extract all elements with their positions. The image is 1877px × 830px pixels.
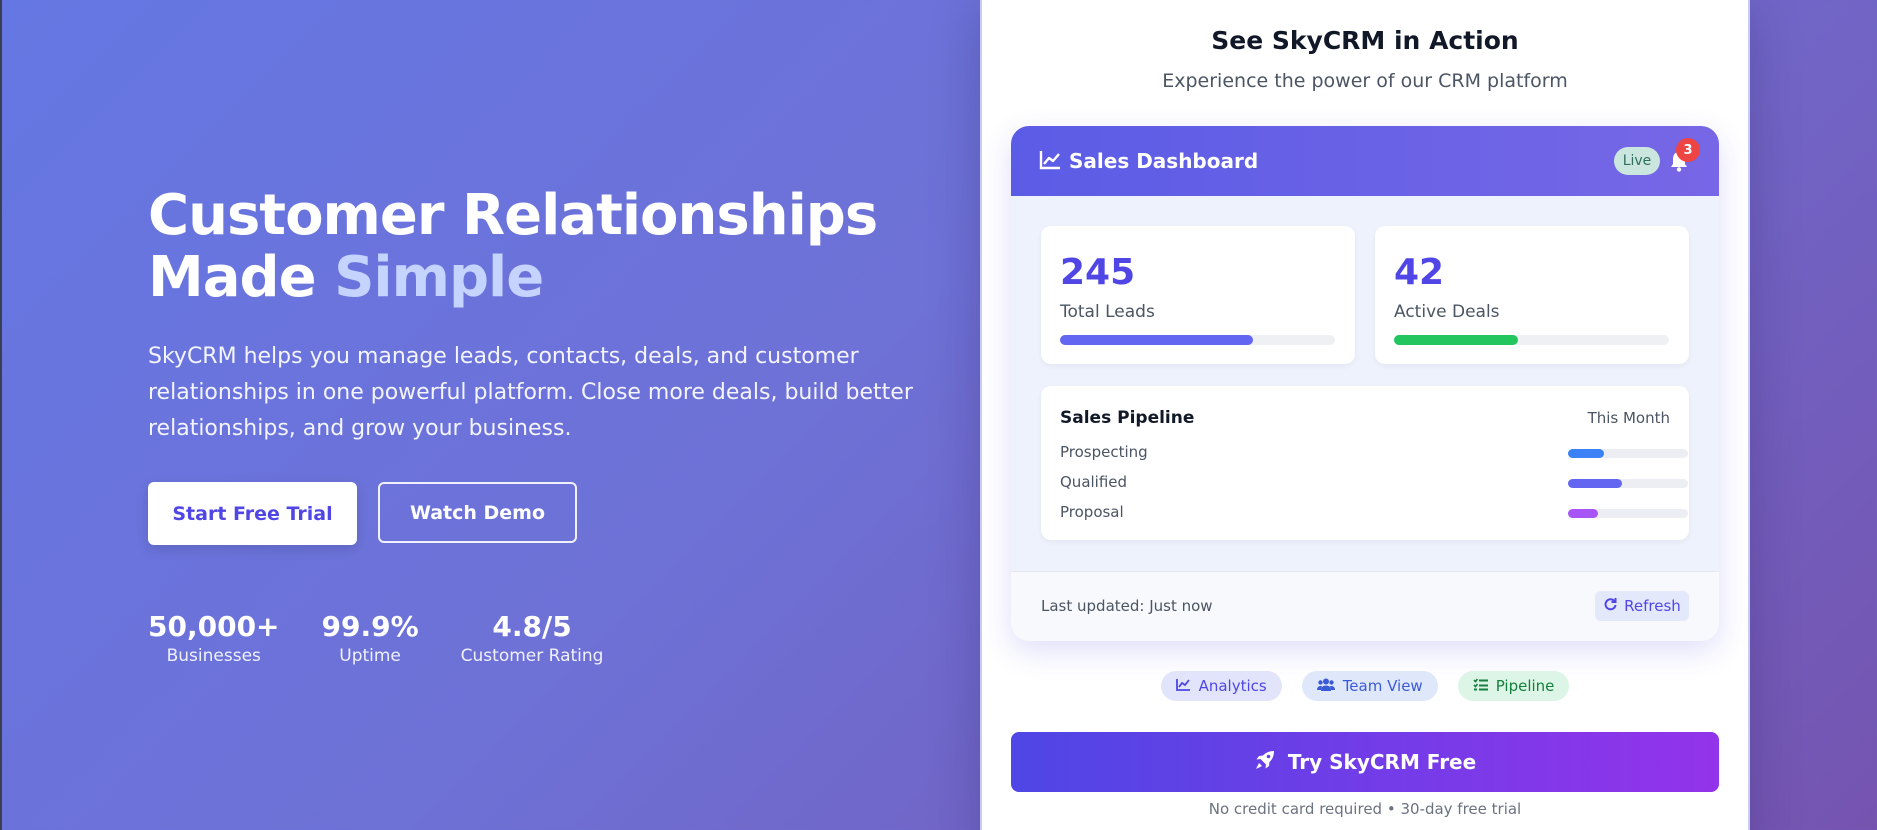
stat-uptime: 99.9% Uptime — [322, 609, 419, 667]
metric-label: Total Leads — [1060, 302, 1155, 322]
dashboard-footer: Last updated: Just now Refresh — [1011, 571, 1719, 641]
hero-cta-row: Start Free Trial Watch Demo — [148, 482, 577, 545]
users-icon — [1316, 677, 1335, 695]
stat-label: Businesses — [166, 646, 261, 666]
try-skycrm-free-button[interactable]: Try SkyCRM Free — [1011, 732, 1719, 792]
tasks-icon — [1473, 677, 1488, 695]
refresh-icon — [1603, 597, 1617, 615]
pipeline-stage-qualified: Qualified — [1060, 473, 1688, 495]
stage-fill — [1568, 509, 1598, 518]
stage-name: Prospecting — [1060, 443, 1148, 461]
stage-track — [1568, 449, 1688, 458]
chip-label: Team View — [1342, 677, 1423, 695]
progress-fill — [1060, 335, 1253, 345]
fineprint: No credit card required • 30-day free tr… — [1208, 800, 1522, 818]
hero-title-line1: Customer Relationships — [148, 183, 878, 248]
metric-value: 245 — [1060, 252, 1136, 293]
stage-track — [1568, 509, 1688, 518]
live-badge: Live — [1614, 147, 1660, 175]
notification-count-badge: 3 — [1676, 138, 1700, 162]
chip-pipeline[interactable]: Pipeline — [1457, 671, 1570, 701]
stat-value: 50,000+ — [148, 610, 280, 643]
stage-fill — [1568, 449, 1604, 458]
feature-chips: Analytics Team View Pipeline — [982, 671, 1748, 701]
demo-panel: See SkyCRM in Action Experience the powe… — [980, 0, 1750, 830]
hero-title: Customer Relationships Made Simple — [148, 185, 928, 309]
stage-track — [1568, 479, 1688, 488]
pipeline-stage-prospecting: Prospecting — [1060, 443, 1688, 465]
chip-team-view[interactable]: Team View — [1301, 671, 1438, 701]
sales-dashboard-card: Sales Dashboard Live 3 245 Total Leads 4… — [1011, 126, 1719, 641]
sales-pipeline-card: Sales Pipeline This Month Prospecting Qu… — [1041, 386, 1689, 540]
dashboard-header: Sales Dashboard Live 3 — [1011, 126, 1719, 196]
watch-demo-button[interactable]: Watch Demo — [378, 482, 577, 543]
stat-businesses: 50,000+ Businesses — [148, 609, 280, 667]
chip-label: Analytics — [1198, 677, 1267, 695]
hero-title-highlight: Simple — [334, 245, 544, 310]
stage-fill — [1568, 479, 1622, 488]
metric-label: Active Deals — [1394, 302, 1500, 322]
stat-value: 4.8/5 — [492, 610, 572, 643]
chip-analytics[interactable]: Analytics — [1160, 671, 1282, 701]
last-updated-text: Last updated: Just now — [1041, 597, 1213, 615]
pipeline-stage-proposal: Proposal — [1060, 503, 1688, 525]
pipeline-title: Sales Pipeline — [1060, 408, 1195, 428]
demo-subtitle: Experience the power of our CRM platform — [1162, 70, 1568, 92]
progress-track — [1060, 335, 1335, 345]
start-free-trial-button[interactable]: Start Free Trial — [148, 482, 357, 545]
rocket-icon — [1254, 749, 1276, 776]
stat-rating: 4.8/5 Customer Rating — [461, 609, 604, 667]
refresh-button[interactable]: Refresh — [1595, 591, 1689, 621]
window-edge — [0, 0, 2, 830]
try-button-label: Try SkyCRM Free — [1287, 750, 1477, 774]
metric-value: 42 — [1394, 252, 1445, 293]
hero-description: SkyCRM helps you manage leads, contacts,… — [148, 344, 913, 441]
demo-title: See SkyCRM in Action — [1211, 26, 1519, 55]
metric-card-active-deals: 42 Active Deals — [1375, 226, 1689, 364]
stat-label: Uptime — [339, 646, 401, 666]
dashboard-title: Sales Dashboard — [1069, 149, 1259, 173]
refresh-label: Refresh — [1624, 597, 1681, 615]
hero-stats: 50,000+ Businesses 99.9% Uptime 4.8/5 Cu… — [148, 609, 645, 667]
hero-section: Customer Relationships Made Simple SkyCR… — [148, 185, 928, 447]
pipeline-period: This Month — [1587, 409, 1670, 427]
stage-name: Proposal — [1060, 503, 1124, 521]
chip-label: Pipeline — [1495, 677, 1555, 695]
chart-line-icon — [1039, 150, 1061, 174]
progress-track — [1394, 335, 1669, 345]
progress-fill — [1394, 335, 1518, 345]
hero-title-made: Made — [148, 245, 335, 310]
chart-line-icon — [1175, 677, 1191, 695]
stat-label: Customer Rating — [460, 646, 604, 666]
stage-name: Qualified — [1060, 473, 1128, 491]
metric-card-total-leads: 245 Total Leads — [1041, 226, 1355, 364]
stat-value: 99.9% — [321, 610, 419, 643]
